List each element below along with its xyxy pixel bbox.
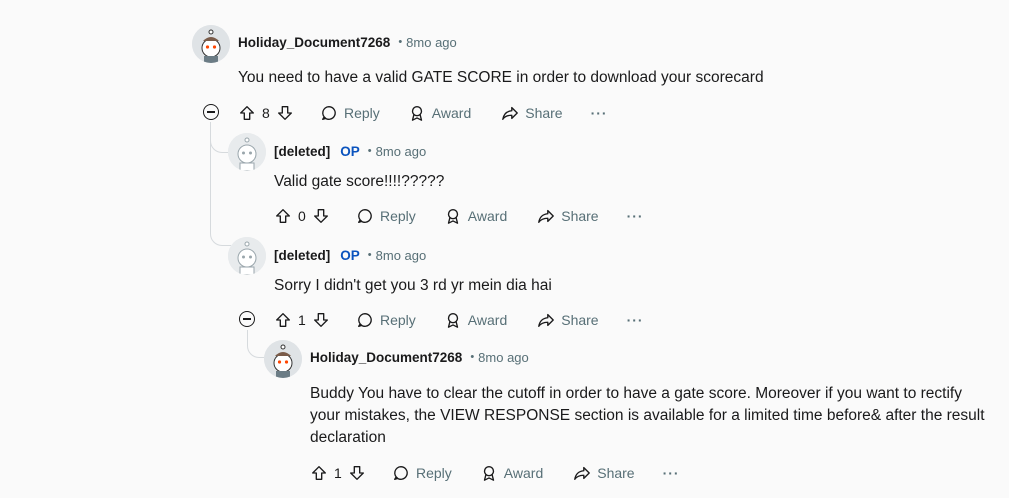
comment-actions: 1 Reply Award Share ··· [274, 308, 644, 332]
share-button[interactable]: Share [537, 311, 599, 329]
reply-button[interactable]: Reply [356, 207, 416, 225]
reply-button[interactable]: Reply [392, 464, 452, 482]
award-icon [447, 313, 458, 328]
share-icon [502, 106, 519, 120]
timestamp[interactable]: 8mo ago [376, 144, 427, 159]
comment-meta: Holiday_Document7268 • 8mo ago [310, 349, 529, 365]
comment-meta: Holiday_Document7268 • 8mo ago [238, 34, 457, 50]
award-button[interactable]: Award [408, 104, 471, 122]
comment-actions: 1 Reply Award Share ··· [310, 461, 680, 485]
award-label: Award [467, 208, 508, 224]
timestamp[interactable]: 8mo ago [406, 35, 457, 50]
thread-connector [210, 200, 231, 246]
upvote-icon[interactable] [274, 207, 292, 225]
reply-button[interactable]: Reply [356, 311, 416, 329]
downvote-icon[interactable] [312, 207, 330, 225]
timestamp[interactable]: 8mo ago [376, 248, 427, 263]
vote-group: 1 [274, 311, 330, 329]
vote-score: 0 [298, 208, 306, 224]
award-icon [411, 106, 422, 121]
avatar[interactable] [228, 133, 266, 171]
share-label: Share [525, 105, 563, 121]
award-label: Award [467, 312, 508, 328]
reply-label: Reply [344, 105, 380, 121]
share-icon [574, 466, 591, 480]
award-icon [483, 466, 494, 481]
vote-score: 1 [334, 465, 342, 481]
vote-group: 8 [238, 104, 294, 122]
award-button[interactable]: Award [480, 464, 543, 482]
reply-button[interactable]: Reply [320, 104, 380, 122]
vote-score: 1 [298, 312, 306, 328]
vote-score: 8 [262, 105, 270, 121]
reply-bubble-icon [358, 313, 372, 327]
share-label: Share [597, 465, 635, 481]
award-button[interactable]: Award [444, 311, 507, 329]
author-name[interactable]: Holiday_Document7268 [310, 350, 462, 365]
share-label: Share [561, 208, 599, 224]
op-badge: OP [340, 143, 360, 159]
reply-label: Reply [380, 312, 416, 328]
downvote-icon[interactable] [312, 311, 330, 329]
avatar[interactable] [228, 237, 266, 275]
comment-meta: [deleted] OP • 8mo ago [274, 247, 427, 263]
author-name: [deleted] [274, 143, 331, 159]
comment-body: Sorry I didn't get you 3 rd yr mein dia … [274, 277, 552, 294]
reply-label: Reply [380, 208, 416, 224]
downvote-icon[interactable] [276, 104, 294, 122]
share-icon [538, 313, 555, 327]
award-label: Award [503, 465, 544, 481]
timestamp[interactable]: 8mo ago [478, 350, 529, 365]
vote-group: 0 [274, 207, 330, 225]
more-options-button[interactable]: ··· [627, 312, 644, 328]
op-badge: OP [340, 247, 360, 263]
author-name[interactable]: Holiday_Document7268 [238, 35, 390, 50]
collapse-thread-button[interactable] [239, 311, 255, 327]
snoo-avatar-icon [264, 340, 302, 378]
share-button[interactable]: Share [537, 207, 599, 225]
reply-bubble-icon [322, 106, 336, 120]
more-options-button[interactable]: ··· [591, 105, 608, 121]
upvote-icon[interactable] [310, 464, 328, 482]
share-button[interactable]: Share [501, 104, 563, 122]
share-label: Share [561, 312, 599, 328]
deleted-user-avatar-icon [228, 133, 266, 171]
more-options-button[interactable]: ··· [627, 208, 644, 224]
award-icon [447, 209, 458, 224]
comment-body: Buddy You have to clear the cutoff in or… [310, 385, 985, 446]
reply-bubble-icon [394, 466, 408, 480]
vote-group: 1 [310, 464, 366, 482]
award-label: Award [431, 105, 472, 121]
upvote-icon[interactable] [238, 104, 256, 122]
snoo-avatar-icon [192, 25, 230, 63]
reply-label: Reply [416, 465, 452, 481]
avatar[interactable] [192, 25, 230, 63]
comment-body: Valid gate score!!!!????? [274, 173, 445, 190]
author-name: [deleted] [274, 247, 331, 263]
share-icon [538, 209, 555, 223]
comment-actions: 8 Reply Award Share ··· [238, 101, 608, 125]
comment-actions: 0 Reply Award Share ··· [274, 204, 644, 228]
share-button[interactable]: Share [573, 464, 635, 482]
downvote-icon[interactable] [348, 464, 366, 482]
avatar[interactable] [264, 340, 302, 378]
comment-meta: [deleted] OP • 8mo ago [274, 143, 427, 159]
reply-bubble-icon [358, 209, 372, 223]
upvote-icon[interactable] [274, 311, 292, 329]
more-options-button[interactable]: ··· [663, 465, 680, 481]
collapse-thread-button[interactable] [203, 104, 219, 120]
award-button[interactable]: Award [444, 207, 507, 225]
comment-body: You need to have a valid GATE SCORE in o… [238, 69, 764, 86]
deleted-user-avatar-icon [228, 237, 266, 275]
